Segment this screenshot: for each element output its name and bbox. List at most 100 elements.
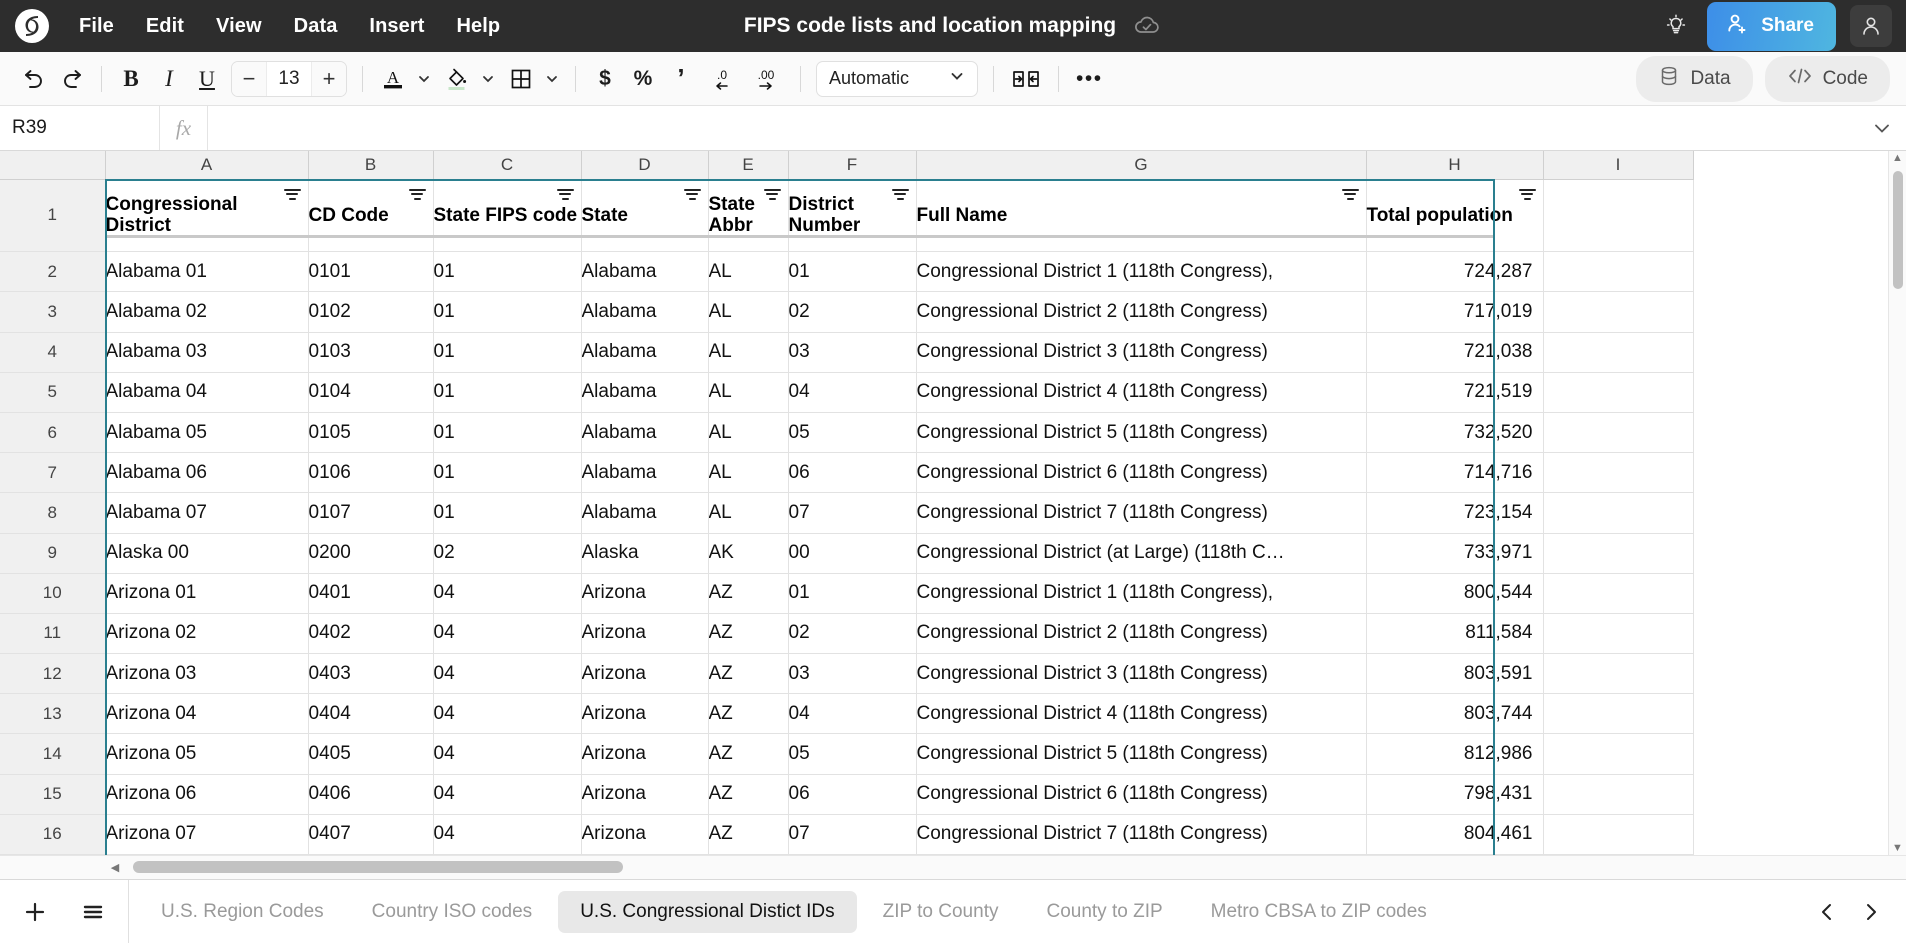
row-header-8[interactable]: 8: [0, 493, 105, 533]
fx-icon[interactable]: fx: [160, 106, 208, 150]
cell-H4[interactable]: 721,038: [1366, 332, 1543, 372]
filter-funnel-icon[interactable]: [557, 189, 574, 203]
cell-F15[interactable]: 06: [788, 774, 916, 814]
cell-C5[interactable]: 01: [433, 372, 581, 412]
cell-F14[interactable]: 05: [788, 734, 916, 774]
cell-E13[interactable]: AZ: [708, 694, 788, 734]
cell-G5[interactable]: Congressional District 4 (118th Congress…: [916, 372, 1366, 412]
cell-I13[interactable]: [1543, 694, 1693, 734]
cell-i1[interactable]: [1543, 179, 1693, 252]
decrease-decimal-button[interactable]: .0: [701, 61, 743, 97]
sheet-tab-metro-cbsa-to-zip[interactable]: Metro CBSA to ZIP codes: [1189, 891, 1449, 933]
undo-arrow-icon[interactable]: [16, 61, 52, 97]
scroll-down-arrow-icon[interactable]: ▼: [1892, 841, 1903, 855]
lightbulb-icon[interactable]: [1659, 9, 1693, 43]
cell-E8[interactable]: AL: [708, 493, 788, 533]
cell-G11[interactable]: Congressional District 2 (118th Congress…: [916, 613, 1366, 653]
document-title[interactable]: FIPS code lists and location mapping: [744, 14, 1116, 38]
cell-B12[interactable]: 0403: [308, 654, 433, 694]
cell-C8[interactable]: 01: [433, 493, 581, 533]
column-header-c[interactable]: C: [433, 151, 581, 179]
currency-format-button[interactable]: $: [587, 61, 623, 97]
cell-C6[interactable]: 01: [433, 413, 581, 453]
filter-funnel-icon[interactable]: [409, 189, 426, 203]
cell-D3[interactable]: Alabama: [581, 292, 708, 332]
cell-B11[interactable]: 0402: [308, 613, 433, 653]
number-format-select[interactable]: Automatic: [816, 61, 978, 97]
cell-A6[interactable]: Alabama 05: [105, 413, 308, 453]
fill-color-bucket-icon[interactable]: [438, 61, 476, 97]
row-header-2[interactable]: 2: [0, 252, 105, 292]
cell-D16[interactable]: Arizona: [581, 814, 708, 854]
row-header-5[interactable]: 5: [0, 372, 105, 412]
cell-H7[interactable]: 714,716: [1366, 453, 1543, 493]
cell-G6[interactable]: Congressional District 5 (118th Congress…: [916, 413, 1366, 453]
row-header-3[interactable]: 3: [0, 292, 105, 332]
scroll-up-arrow-icon[interactable]: ▲: [1892, 151, 1903, 165]
cell-H5[interactable]: 721,519: [1366, 372, 1543, 412]
menu-item-data[interactable]: Data: [279, 9, 353, 44]
horizontal-scroll-thumb[interactable]: [133, 861, 623, 873]
cell-I10[interactable]: [1543, 573, 1693, 613]
underline-button[interactable]: U: [189, 61, 225, 97]
cell-B14[interactable]: 0405: [308, 734, 433, 774]
cell-E14[interactable]: AZ: [708, 734, 788, 774]
row-header-4[interactable]: 4: [0, 332, 105, 372]
data-panel-button[interactable]: Data: [1636, 56, 1752, 102]
cell-H9[interactable]: 733,971: [1366, 533, 1543, 573]
cell-G13[interactable]: Congressional District 4 (118th Congress…: [916, 694, 1366, 734]
cell-G15[interactable]: Congressional District 6 (118th Congress…: [916, 774, 1366, 814]
cell-H16[interactable]: 804,461: [1366, 814, 1543, 854]
cell-I12[interactable]: [1543, 654, 1693, 694]
cell-F3[interactable]: 02: [788, 292, 916, 332]
font-size-decrease-button[interactable]: −: [232, 62, 266, 96]
chevron-right-icon[interactable]: [1852, 893, 1890, 931]
cell-I7[interactable]: [1543, 453, 1693, 493]
more-options-button[interactable]: •••: [1070, 61, 1109, 97]
hamburger-list-icon[interactable]: [72, 891, 114, 933]
cell-C13[interactable]: 04: [433, 694, 581, 734]
cell-C3[interactable]: 01: [433, 292, 581, 332]
italic-button[interactable]: I: [151, 61, 187, 97]
increase-decimal-button[interactable]: .00: [745, 61, 789, 97]
cell-B3[interactable]: 0102: [308, 292, 433, 332]
column-header-h[interactable]: H: [1366, 151, 1543, 179]
user-avatar-icon[interactable]: [1850, 5, 1892, 47]
cell-E7[interactable]: AL: [708, 453, 788, 493]
cell-E16[interactable]: AZ: [708, 814, 788, 854]
column-header-b[interactable]: B: [308, 151, 433, 179]
cell-G14[interactable]: Congressional District 5 (118th Congress…: [916, 734, 1366, 774]
cell-G7[interactable]: Congressional District 6 (118th Congress…: [916, 453, 1366, 493]
cell-C12[interactable]: 04: [433, 654, 581, 694]
cell-I16[interactable]: [1543, 814, 1693, 854]
cell-I8[interactable]: [1543, 493, 1693, 533]
cell-C9[interactable]: 02: [433, 533, 581, 573]
cell-H15[interactable]: 798,431: [1366, 774, 1543, 814]
cell-E12[interactable]: AZ: [708, 654, 788, 694]
menu-item-edit[interactable]: Edit: [131, 9, 199, 44]
cell-B7[interactable]: 0106: [308, 453, 433, 493]
cell-A8[interactable]: Alabama 07: [105, 493, 308, 533]
percent-format-button[interactable]: %: [625, 61, 661, 97]
cell-A2[interactable]: Alabama 01: [105, 252, 308, 292]
cell-F5[interactable]: 04: [788, 372, 916, 412]
cell-E4[interactable]: AL: [708, 332, 788, 372]
cell-G16[interactable]: Congressional District 7 (118th Congress…: [916, 814, 1366, 854]
cell-A5[interactable]: Alabama 04: [105, 372, 308, 412]
share-button[interactable]: Share: [1707, 2, 1836, 51]
cell-F7[interactable]: 06: [788, 453, 916, 493]
column-header-d[interactable]: D: [581, 151, 708, 179]
row-header-13[interactable]: 13: [0, 694, 105, 734]
cell-F9[interactable]: 00: [788, 533, 916, 573]
cell-F4[interactable]: 03: [788, 332, 916, 372]
cell-G9[interactable]: Congressional District (at Large) (118th…: [916, 533, 1366, 573]
plus-icon[interactable]: [14, 891, 56, 933]
cell-I11[interactable]: [1543, 613, 1693, 653]
sheet-tab-country-iso-codes[interactable]: Country ISO codes: [350, 891, 555, 933]
cell-D14[interactable]: Arizona: [581, 734, 708, 774]
cell-A3[interactable]: Alabama 02: [105, 292, 308, 332]
cell-B13[interactable]: 0404: [308, 694, 433, 734]
cell-G12[interactable]: Congressional District 3 (118th Congress…: [916, 654, 1366, 694]
cell-A9[interactable]: Alaska 00: [105, 533, 308, 573]
row-header-15[interactable]: 15: [0, 774, 105, 814]
